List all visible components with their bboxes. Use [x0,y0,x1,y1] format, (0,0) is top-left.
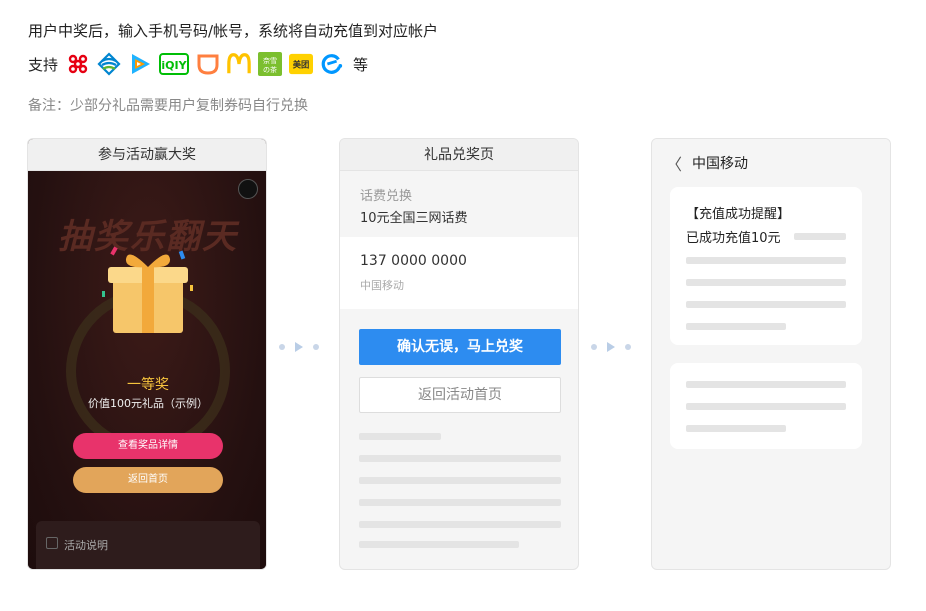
flow-arrow-1 [279,342,319,352]
placeholder-line [359,477,561,484]
support-label: 支持 [28,55,59,74]
carrier-label: 中国移动 [360,279,404,292]
sms-sender-title: 中国移动 [692,156,748,172]
didi-icon [196,52,220,76]
placeholder-line [359,541,519,548]
redeem-type-value: 10元全国三网话费 [360,211,468,226]
svg-text:美团: 美团 [293,60,310,70]
placeholder-line [359,499,561,506]
china-unicom-icon [66,52,90,76]
redeem-type-card: 话费兑换 10元全国三网话费 [340,171,578,237]
view-prize-detail-button[interactable]: 查看奖品详情 [73,433,223,459]
sms-message-body: 已成功充值10元 [686,231,781,246]
placeholder-line [686,425,786,432]
activity-rules-card: 活动说明 [36,521,260,569]
phone-number-field[interactable]: 137 0000 0000 [360,253,467,269]
phone-mockup-lottery: 参与活动赢大奖 抽奖乐翻天 一等奖 价值100元礼品（示例） 查看奖品详情 返回… [27,138,267,570]
ele-me-icon [320,52,344,76]
china-mobile-icon [97,52,121,76]
remark-note: 备注：少部分礼品需要用户复制券码自行兑换 [28,98,308,114]
svg-text:iQIY: iQIY [161,59,187,72]
phone-mockup-redeem: 礼品兑奖页 话费兑换 10元全国三网话费 137 0000 0000 中国移动 … [339,138,579,570]
mcdonalds-icon [227,52,251,76]
yiyi-tea-icon: 奈雪 の茶 [258,52,283,76]
svg-text:の茶: の茶 [263,65,277,74]
iqiyi-icon: iQIY [159,52,190,76]
flow-dot [313,344,319,350]
placeholder-line [686,301,846,308]
phone-number-card[interactable]: 137 0000 0000 中国移动 [340,237,578,309]
gift-box-icon [98,241,198,341]
svg-text:奈雪: 奈雪 [263,56,277,65]
phone1-header: 参与活动赢大奖 [28,139,266,171]
flow-arrow-icon [295,342,303,352]
tencent-video-icon [128,52,152,76]
prize-value: 价值100元礼品（示例） [88,397,208,410]
return-activity-home-button[interactable]: 返回活动首页 [359,377,561,413]
flow-arrow-2 [591,342,631,352]
placeholder-line [359,521,561,528]
flow-dot [625,344,631,350]
sms-header: 〈 中国移动 [652,139,890,183]
prize-title: 一等奖 [127,377,169,393]
meituan-icon: 美团 [289,52,314,76]
music-icon[interactable] [238,179,258,199]
placeholder-line [359,455,561,462]
placeholder-line [686,323,786,330]
supported-brands-row: 支持 iQIY 奈雪 の茶 美团 等 [28,50,368,78]
rules-title: 活动说明 [64,539,108,552]
redeem-type-label: 话费兑换 [360,189,413,204]
placeholder-line [359,433,441,440]
sms-message-title: 【充值成功提醒】 [686,207,791,222]
lottery-page: 抽奖乐翻天 一等奖 价值100元礼品（示例） 查看奖品详情 返回首页 活动说明 [28,171,266,569]
placeholder-line [686,257,846,264]
back-home-button[interactable]: 返回首页 [73,467,223,493]
flow-dot [279,344,285,350]
confirm-redeem-button[interactable]: 确认无误，马上兑奖 [359,329,561,365]
sms-message-card [670,363,862,449]
support-suffix: 等 [353,55,369,74]
phone-mockup-sms: 〈 中国移动 【充值成功提醒】 已成功充值10元 [651,138,891,570]
flow-arrow-icon [607,342,615,352]
back-chevron-icon[interactable]: 〈 [666,151,682,175]
sms-message-card: 【充值成功提醒】 已成功充值10元 [670,187,862,345]
phone2-header: 礼品兑奖页 [340,139,578,171]
placeholder-line [686,381,846,388]
placeholder-line [686,279,846,286]
placeholder-line [794,233,846,240]
intro-description: 用户中奖后，输入手机号码/帐号，系统将自动充值到对应帐户 [28,22,439,40]
rules-icon [46,537,58,549]
placeholder-line [686,403,846,410]
flow-dot [591,344,597,350]
